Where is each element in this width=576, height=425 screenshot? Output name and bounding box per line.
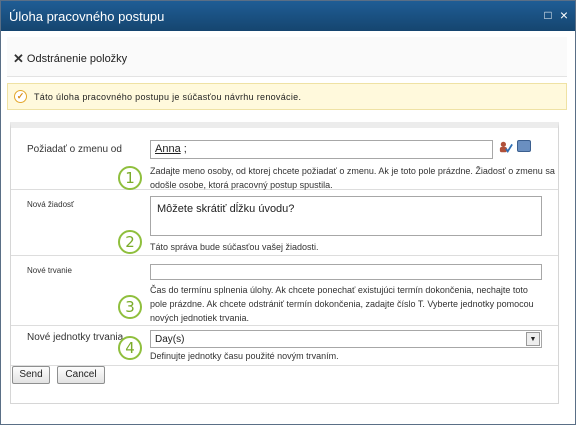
new-request-textarea[interactable]: Môžete skrátiť dĺžku úvodu? — [150, 196, 542, 236]
step-2-badge: 2 — [118, 230, 142, 254]
ribbon-toolbar: ✕ Odstránenie položky — [7, 37, 567, 77]
task-form: Požiadať o zmenu od Anna ; Zadajte meno … — [10, 122, 559, 404]
dialog-window: Úloha pracovného postupu □ × ✕ Odstránen… — [0, 0, 576, 425]
chevron-down-icon[interactable]: ▼ — [526, 332, 540, 346]
new-duration-label: Nové trvanie — [27, 266, 72, 275]
person-token[interactable]: Anna ; — [155, 143, 187, 155]
step-3-badge: 3 — [118, 295, 142, 319]
duration-units-description: Definujte jednotky času použité novým tr… — [150, 351, 339, 361]
new-duration-description: Čas do termínu splnenia úlohy. Ak chcete… — [150, 285, 534, 323]
step-1-badge: 1 — [118, 166, 142, 190]
new-duration-input[interactable] — [150, 264, 542, 280]
new-duration-units-label: Nové jednotky trvania — [27, 332, 124, 343]
step-4-badge: 4 — [118, 336, 142, 360]
x-icon: ✕ — [13, 51, 24, 66]
new-duration-row: Nové trvanie Čas do termínu splnenia úlo… — [11, 256, 558, 326]
people-picker-icons — [499, 140, 531, 154]
new-request-row: Nová žiadosť Môžete skrátiť dĺžku úvodu?… — [11, 190, 558, 256]
maximize-icon[interactable]: □ — [541, 8, 555, 22]
new-duration-units-row: Nové jednotky trvania Day(s) ▼ Definujte… — [11, 326, 558, 366]
new-request-description: Táto správa bude súčasťou vašej žiadosti… — [150, 242, 319, 252]
delete-item-button[interactable]: ✕ Odstránenie položky — [13, 51, 127, 67]
title-bar: Úloha pracovného postupu □ × — [1, 1, 575, 31]
new-request-text: Môžete skrátiť dĺžku úvodu? — [157, 203, 295, 215]
request-change-description: Zadajte meno osoby, od ktorej chcete pož… — [150, 166, 555, 190]
check-names-icon[interactable] — [499, 140, 513, 154]
cancel-button[interactable]: Cancel — [57, 366, 105, 384]
address-book-icon[interactable] — [517, 140, 531, 152]
close-icon[interactable]: × — [557, 8, 571, 22]
request-change-label: Požiadať o zmenu od — [27, 144, 122, 155]
duration-units-selected: Day(s) — [155, 334, 185, 345]
new-request-label: Nová žiadosť — [27, 200, 75, 209]
send-button[interactable]: Send — [12, 366, 50, 384]
request-change-row: Požiadať o zmenu od Anna ; Zadajte meno … — [11, 128, 558, 190]
check-circle-icon: ✓ — [14, 90, 27, 103]
request-change-input[interactable]: Anna ; — [150, 140, 493, 159]
delete-item-label: Odstránenie položky — [26, 53, 128, 65]
notice-text: Táto úloha pracovného postupu je súčasťo… — [34, 92, 302, 102]
dialog-title: Úloha pracovného postupu — [9, 9, 165, 24]
duration-units-select[interactable]: Day(s) ▼ — [150, 330, 542, 348]
notice-banner: ✓ Táto úloha pracovného postupu je súčas… — [7, 83, 567, 110]
